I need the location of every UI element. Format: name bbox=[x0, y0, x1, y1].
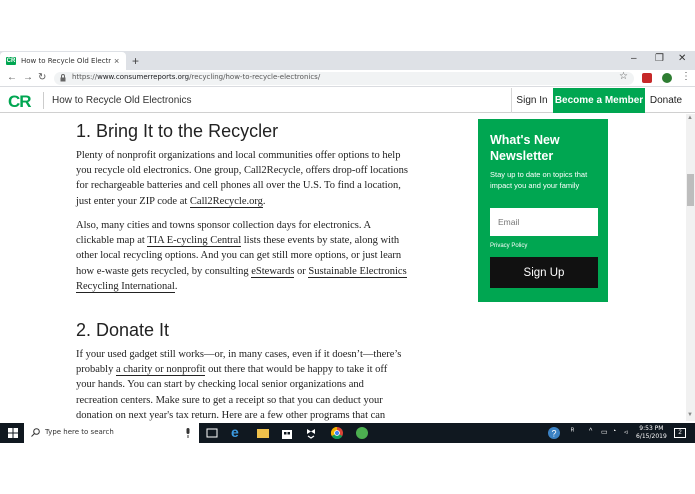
people-icon[interactable]: ᴿ bbox=[571, 428, 574, 435]
email-field[interactable] bbox=[490, 208, 598, 236]
text-line: Recycling International. bbox=[76, 279, 446, 294]
close-tab-icon[interactable]: × bbox=[114, 56, 119, 66]
text-line: just enter your ZIP code at Call2Recycle… bbox=[76, 194, 446, 209]
text-line: If your used gadget still works—or, in m… bbox=[76, 349, 402, 360]
newsletter-title: What's New Newsletter bbox=[490, 133, 560, 163]
text-line: how e-waste gets recycled, by consulting… bbox=[76, 264, 446, 279]
section-heading-donate: 2. Donate It bbox=[76, 320, 170, 340]
url-host: www.consumerreports.org bbox=[97, 73, 190, 81]
sign-in-link[interactable]: Sign In bbox=[512, 88, 552, 113]
text-line: probably a charity or nonprofit out ther… bbox=[76, 362, 446, 377]
url-path: /recycling/how-to-recycle-electronics/ bbox=[189, 73, 321, 81]
help-icon[interactable]: ? bbox=[547, 426, 561, 440]
section-heading-recycler: 1. Bring It to the Recycler bbox=[76, 121, 279, 141]
chrome-menu-icon[interactable]: ⋮ bbox=[681, 71, 691, 82]
microphone-icon[interactable] bbox=[185, 428, 191, 438]
tab-strip: CR How to Recycle Old Electronics - × + … bbox=[0, 51, 695, 70]
bookmark-star-icon[interactable]: ☆ bbox=[619, 71, 628, 82]
address-bar-row: ← → ↻ https://www.consumerreports.org/re… bbox=[0, 70, 695, 87]
text-line: donation on next year's tax return. Here… bbox=[76, 409, 386, 421]
notifications-icon[interactable]: 2 bbox=[674, 428, 686, 438]
task-view-icon[interactable] bbox=[205, 426, 219, 440]
privacy-policy-link[interactable]: Privacy Policy bbox=[490, 243, 527, 249]
text-span: . bbox=[174, 280, 178, 292]
text-span: just enter your ZIP code at bbox=[76, 195, 190, 207]
taskbar: Type here to search e ? ᴿ ^ ▭ ◔ ◃ 9:53 P… bbox=[0, 423, 695, 443]
site-header: CR How to Recycle Old Electronics Sign I… bbox=[0, 88, 695, 113]
page-title: How to Recycle Old Electronics bbox=[52, 95, 192, 106]
volume-icon[interactable]: ◃ bbox=[624, 428, 628, 436]
profile-avatar-icon[interactable] bbox=[662, 73, 672, 83]
chrome-icon[interactable] bbox=[330, 426, 344, 440]
text-line: your hands. You can start by checking lo… bbox=[76, 379, 364, 391]
page-scrollbar[interactable]: ▲ ▼ bbox=[686, 114, 695, 421]
tab-title: How to Recycle Old Electronics - bbox=[21, 57, 111, 65]
recycling-international-link[interactable]: Recycling International bbox=[76, 280, 175, 293]
url-text: https://www.consumerreports.org/recyclin… bbox=[72, 73, 320, 81]
text-span: out there that would be happy to take it… bbox=[205, 364, 388, 376]
text-span: probably bbox=[76, 364, 116, 376]
text-line: recreation centers. Make sure to get a r… bbox=[76, 394, 383, 406]
call2recycle-link[interactable]: Call2Recycle.org bbox=[189, 195, 263, 208]
forward-icon[interactable]: → bbox=[23, 72, 33, 83]
header-divider bbox=[43, 92, 44, 109]
new-tab-button[interactable]: + bbox=[132, 54, 139, 68]
scroll-down-icon[interactable]: ▼ bbox=[687, 412, 693, 418]
tray-chevron-icon[interactable]: ^ bbox=[589, 428, 592, 435]
paragraph-recycler-2: Also, many cities and towns sponsor coll… bbox=[76, 218, 446, 294]
edge-icon[interactable]: e bbox=[231, 424, 245, 440]
lock-icon bbox=[60, 74, 66, 82]
search-icon bbox=[31, 428, 40, 437]
newsletter-description: Stay up to date on topics that impact yo… bbox=[490, 170, 588, 190]
url-scheme: https:// bbox=[72, 73, 98, 81]
sign-up-button[interactable]: Sign Up bbox=[490, 257, 598, 288]
extension-icon[interactable] bbox=[642, 73, 652, 83]
text-line: other local recycling options. And you c… bbox=[76, 250, 402, 262]
text-span: . bbox=[262, 195, 266, 207]
scrollbar-thumb[interactable] bbox=[687, 174, 694, 206]
text-span: lists these events by state, along with bbox=[241, 235, 400, 247]
text-line: Plenty of nonprofit organizations and lo… bbox=[76, 150, 401, 161]
url-bar[interactable]: https://www.consumerreports.org/recyclin… bbox=[54, 72, 634, 85]
paragraph-recycler-1: Plenty of nonprofit organizations and lo… bbox=[76, 148, 446, 209]
file-explorer-icon[interactable] bbox=[256, 426, 270, 440]
reload-icon[interactable]: ↻ bbox=[38, 72, 46, 83]
network-icon[interactable]: ▭ bbox=[601, 428, 608, 436]
svg-text:?: ? bbox=[551, 429, 556, 439]
clock-date: 6/15/2019 bbox=[636, 433, 667, 440]
text-span: how e-waste gets recycled, by consulting bbox=[76, 265, 252, 277]
text-line: Also, many cities and towns sponsor coll… bbox=[76, 220, 372, 231]
dropbox-icon[interactable] bbox=[304, 426, 318, 440]
taskbar-search-box[interactable]: Type here to search bbox=[24, 423, 199, 443]
close-window-button[interactable]: ✕ bbox=[678, 53, 686, 64]
clock[interactable]: 9:53 PM 6/15/2019 bbox=[636, 425, 667, 441]
main-content: 1. Bring It to the Recycler Plenty of no… bbox=[0, 114, 686, 421]
charity-link[interactable]: a charity or nonprofit bbox=[115, 364, 206, 377]
tia-ecycling-link[interactable]: TIA E-cycling Central bbox=[147, 235, 242, 248]
text-line: you recycle old electronics. One group, … bbox=[76, 165, 409, 177]
text-line: for rechargeable batteries and cell phon… bbox=[76, 180, 401, 192]
estewards-link[interactable]: eStewards bbox=[251, 265, 295, 278]
wifi-icon[interactable]: ◔ bbox=[612, 428, 616, 435]
maximize-button[interactable]: ❐ bbox=[655, 53, 664, 64]
store-icon[interactable] bbox=[280, 426, 294, 440]
back-icon[interactable]: ← bbox=[7, 72, 17, 83]
become-member-button[interactable]: Become a Member bbox=[553, 88, 645, 113]
search-placeholder: Type here to search bbox=[45, 428, 114, 436]
app-icon[interactable] bbox=[355, 426, 369, 440]
scroll-up-icon[interactable]: ▲ bbox=[687, 115, 693, 121]
text-span: or bbox=[294, 265, 309, 277]
browser-tab[interactable]: CR How to Recycle Old Electronics - × bbox=[0, 52, 126, 70]
text-span: clickable map at bbox=[76, 235, 148, 247]
cr-favicon-icon: CR bbox=[6, 57, 16, 65]
windows-start-icon[interactable] bbox=[8, 428, 18, 438]
paragraph-donate: If your used gadget still works—or, in m… bbox=[76, 347, 446, 421]
clock-time: 9:53 PM bbox=[639, 425, 664, 432]
minimize-button[interactable]: – bbox=[631, 53, 637, 64]
cr-logo[interactable]: CR bbox=[8, 92, 32, 112]
newsletter-box: What's New Newsletter Stay up to date on… bbox=[478, 119, 608, 302]
text-line: clickable map at TIA E-cycling Central l… bbox=[76, 233, 446, 248]
donate-link[interactable]: Donate bbox=[646, 88, 686, 113]
sustainable-electronics-link[interactable]: Sustainable Electronics bbox=[308, 265, 407, 278]
